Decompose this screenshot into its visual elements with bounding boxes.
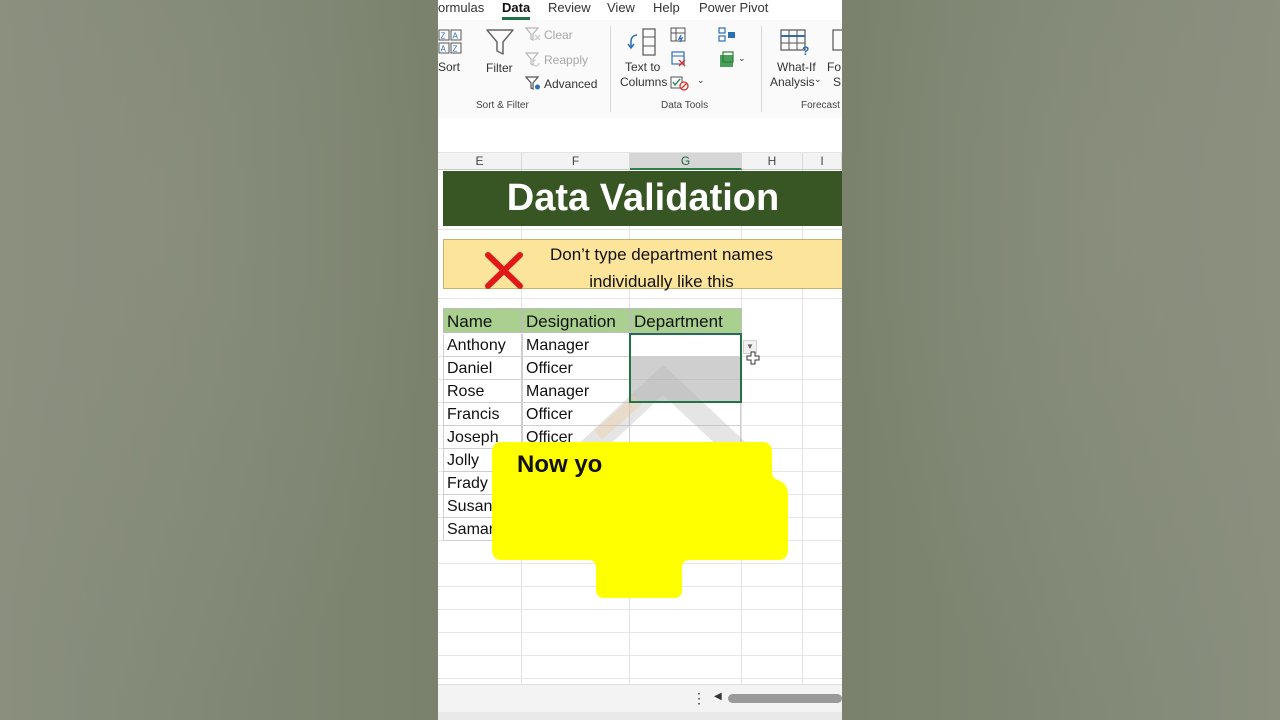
- advanced-filter-icon: [525, 76, 540, 90]
- filter-icon: [486, 29, 514, 55]
- column-header-f[interactable]: F: [522, 153, 630, 170]
- warning-line-2: individually like this: [589, 272, 734, 291]
- filter-label: Filter: [486, 61, 513, 75]
- background-left: [0, 0, 438, 720]
- scroll-left-icon[interactable]: ◀: [714, 691, 722, 702]
- relationships-icon[interactable]: [718, 51, 736, 69]
- svg-text:Z: Z: [441, 32, 446, 41]
- red-x-icon: [485, 252, 523, 289]
- clear-button[interactable]: Clear: [525, 26, 585, 44]
- tab-data[interactable]: Data: [502, 0, 530, 15]
- sort-filter-group-label: Sort & Filter: [476, 100, 529, 111]
- text-to-columns-label-1: Text to: [625, 60, 661, 74]
- svg-text:Z: Z: [453, 45, 458, 54]
- remove-duplicates-icon[interactable]: [670, 51, 688, 67]
- what-if-dropdown-icon: ⌄: [814, 74, 822, 84]
- sort-label: Sort: [438, 60, 461, 74]
- tab-formulas[interactable]: ormulas: [438, 0, 484, 15]
- clear-icon: [525, 27, 541, 41]
- svg-text:A: A: [441, 45, 447, 54]
- relationships-dropdown-icon[interactable]: ⌄: [738, 53, 746, 64]
- column-header-i[interactable]: I: [803, 153, 842, 170]
- cell-designation[interactable]: Manager: [522, 334, 630, 357]
- background-right: [842, 0, 1280, 720]
- sheet-title: Data Validation: [443, 171, 842, 226]
- warning-text: Don’t type department names individually…: [534, 241, 789, 295]
- forecast-sheet-label-1: Fo: [827, 60, 842, 74]
- what-if-analysis-button[interactable]: ? What-If Analysis ⌄: [768, 26, 824, 90]
- column-header-h[interactable]: H: [742, 153, 803, 170]
- bottom-bar: [438, 712, 842, 720]
- status-bar: ⋮ ◀: [438, 684, 842, 713]
- cell-name[interactable]: Anthony: [443, 334, 522, 357]
- what-if-analysis-icon: ?: [780, 29, 809, 56]
- ribbon-tabs: ormulas Data Review View Help Power Pivo…: [438, 0, 842, 20]
- data-tools-group-label: Data Tools: [661, 100, 709, 111]
- data-validation-dropdown-icon[interactable]: ⌄: [697, 75, 705, 86]
- tab-view[interactable]: View: [607, 0, 635, 15]
- text-to-columns-button[interactable]: Text to Columns: [618, 26, 668, 90]
- column-header-e[interactable]: E: [438, 153, 522, 170]
- more-options-icon[interactable]: ⋮: [692, 690, 706, 707]
- forecast-sheet-button[interactable]: Fo S: [826, 26, 842, 90]
- ribbon-separator: [610, 26, 611, 112]
- warning-line-1: Don’t type department names: [549, 245, 773, 264]
- ribbon-separator: [761, 26, 762, 112]
- svg-text:?: ?: [802, 44, 809, 56]
- header-department[interactable]: Department: [630, 308, 742, 333]
- selected-range[interactable]: [629, 333, 742, 403]
- reapply-label: Reapply: [544, 53, 589, 67]
- header-designation[interactable]: Designation: [522, 308, 630, 333]
- ribbon: Z A A Z Sort Filter Clear Reapply Advanc…: [438, 20, 842, 119]
- flash-fill-icon[interactable]: [670, 27, 688, 43]
- tab-help[interactable]: Help: [653, 0, 680, 15]
- callout-text: Now yo: [517, 451, 603, 478]
- text-to-columns-icon: [627, 28, 656, 56]
- cell-name[interactable]: Francis: [443, 403, 522, 426]
- cell-cursor-icon: [746, 351, 760, 365]
- excel-window: ormulas Data Review View Help Power Pivo…: [438, 0, 842, 720]
- cell-name[interactable]: Daniel: [443, 357, 522, 380]
- svg-text:A: A: [453, 32, 459, 41]
- consolidate-icon[interactable]: [718, 27, 736, 43]
- filter-button[interactable]: Filter: [482, 26, 518, 76]
- advanced-label: Advanced: [544, 77, 598, 91]
- forecast-group-label: Forecast: [801, 100, 840, 111]
- data-validation-icon[interactable]: [670, 75, 690, 91]
- what-if-label-1: What-If: [777, 60, 816, 74]
- forecast-sheet-icon: [832, 29, 842, 51]
- what-if-label-2: Analysis: [770, 75, 815, 89]
- forecast-sheet-label-2: S: [833, 75, 842, 89]
- cell-name[interactable]: Rose: [443, 380, 522, 403]
- formula-bar-area[interactable]: [438, 118, 842, 153]
- reapply-button[interactable]: Reapply: [525, 51, 595, 69]
- column-header-g[interactable]: G: [630, 153, 742, 170]
- clear-label: Clear: [544, 28, 573, 42]
- horizontal-scrollbar[interactable]: [728, 694, 842, 703]
- warning-box: Don’t type department names individually…: [443, 239, 842, 291]
- sort-icon: Z A A Z: [438, 29, 462, 54]
- reapply-icon: [525, 52, 540, 67]
- advanced-button[interactable]: Advanced: [525, 75, 605, 93]
- tab-power-pivot[interactable]: Power Pivot: [699, 0, 768, 15]
- header-name[interactable]: Name: [443, 308, 522, 333]
- sort-button[interactable]: Z A A Z Sort: [438, 26, 468, 76]
- tab-review[interactable]: Review: [548, 0, 591, 15]
- text-to-columns-label-2: Columns: [620, 75, 668, 89]
